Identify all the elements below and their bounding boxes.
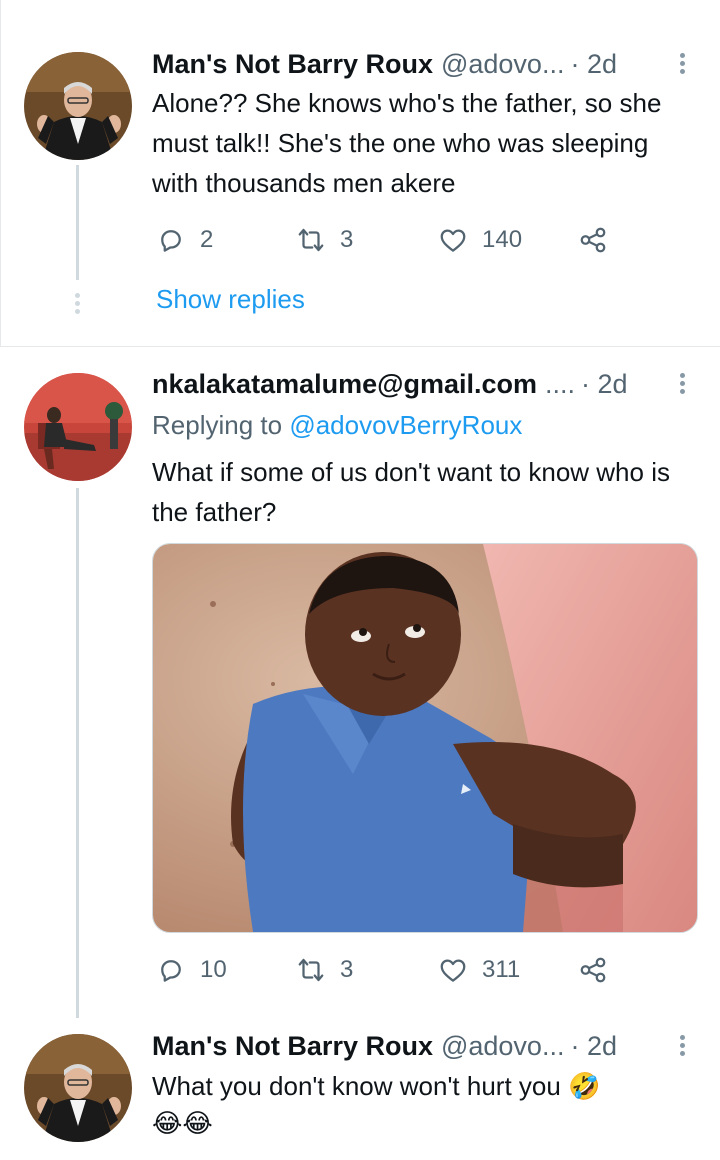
display-name[interactable]: Man's Not Barry Roux (152, 1031, 433, 1062)
retweet-icon (298, 228, 324, 252)
like-count: 311 (482, 956, 521, 983)
username[interactable]: .... (545, 369, 575, 400)
retweet-button[interactable]: 3 (296, 950, 353, 990)
more-icon[interactable] (680, 370, 686, 397)
tweet-header: Man's Not Barry Roux @adovo... · 2d (152, 1026, 690, 1066)
like-count: 140 (482, 226, 523, 253)
show-replies-link[interactable]: Show replies (156, 284, 305, 315)
mention-link[interactable]: @adovovBerryRoux (289, 410, 522, 440)
retweet-button[interactable]: 3 (296, 220, 353, 260)
retweet-count: 3 (340, 956, 354, 983)
username[interactable]: @adovo... (441, 49, 564, 80)
timestamp[interactable]: · 2d (570, 49, 617, 80)
share-icon (580, 227, 606, 253)
tweet-text: Alone?? She knows who's the father, so s… (152, 88, 662, 198)
like-button[interactable]: 140 (438, 220, 522, 260)
tweet-text: What if some of us don't want to know wh… (152, 457, 670, 527)
retweet-icon (298, 958, 324, 982)
avatar[interactable] (24, 373, 132, 481)
reply-button[interactable]: 2 (156, 220, 213, 260)
left-border (0, 0, 1, 346)
thread-gap-dots (72, 290, 82, 317)
reply-button[interactable]: 10 (156, 950, 227, 990)
heart-icon (440, 229, 466, 252)
tweet-emoji-line: 😂😂 (152, 1108, 213, 1138)
username[interactable]: @adovo... (441, 1031, 564, 1062)
divider (0, 346, 720, 347)
reply-icon (161, 960, 181, 982)
replying-to-label: Replying to (152, 410, 283, 440)
reply-count: 2 (200, 226, 214, 253)
retweet-count: 3 (340, 226, 354, 253)
heart-icon (440, 959, 466, 982)
timestamp[interactable]: · 2d (570, 1031, 617, 1062)
thread-line (76, 488, 79, 1018)
avatar[interactable] (24, 52, 132, 160)
display-name[interactable]: Man's Not Barry Roux (152, 49, 433, 80)
tweet-header: Man's Not Barry Roux @adovo... · 2d (152, 44, 690, 84)
display-name[interactable]: nkalakatamalume@gmail.com (152, 369, 537, 400)
more-icon[interactable] (680, 50, 686, 77)
share-button[interactable] (578, 950, 622, 990)
replying-to: Replying to @adovovBerryRoux (152, 410, 522, 441)
like-button[interactable]: 311 (438, 950, 520, 990)
reply-count: 10 (200, 956, 227, 983)
timestamp[interactable]: · 2d (581, 369, 628, 400)
more-icon[interactable] (680, 1032, 686, 1059)
share-icon (580, 957, 606, 983)
tweet-header: nkalakatamalume@gmail.com .... · 2d (152, 364, 690, 404)
avatar[interactable] (24, 1034, 132, 1142)
tweet-text: What you don't know won't hurt you 🤣 (152, 1071, 601, 1101)
share-button[interactable] (578, 220, 622, 260)
reply-icon (161, 230, 181, 252)
tweet-media-image[interactable] (152, 543, 698, 933)
thread-line (76, 165, 79, 280)
